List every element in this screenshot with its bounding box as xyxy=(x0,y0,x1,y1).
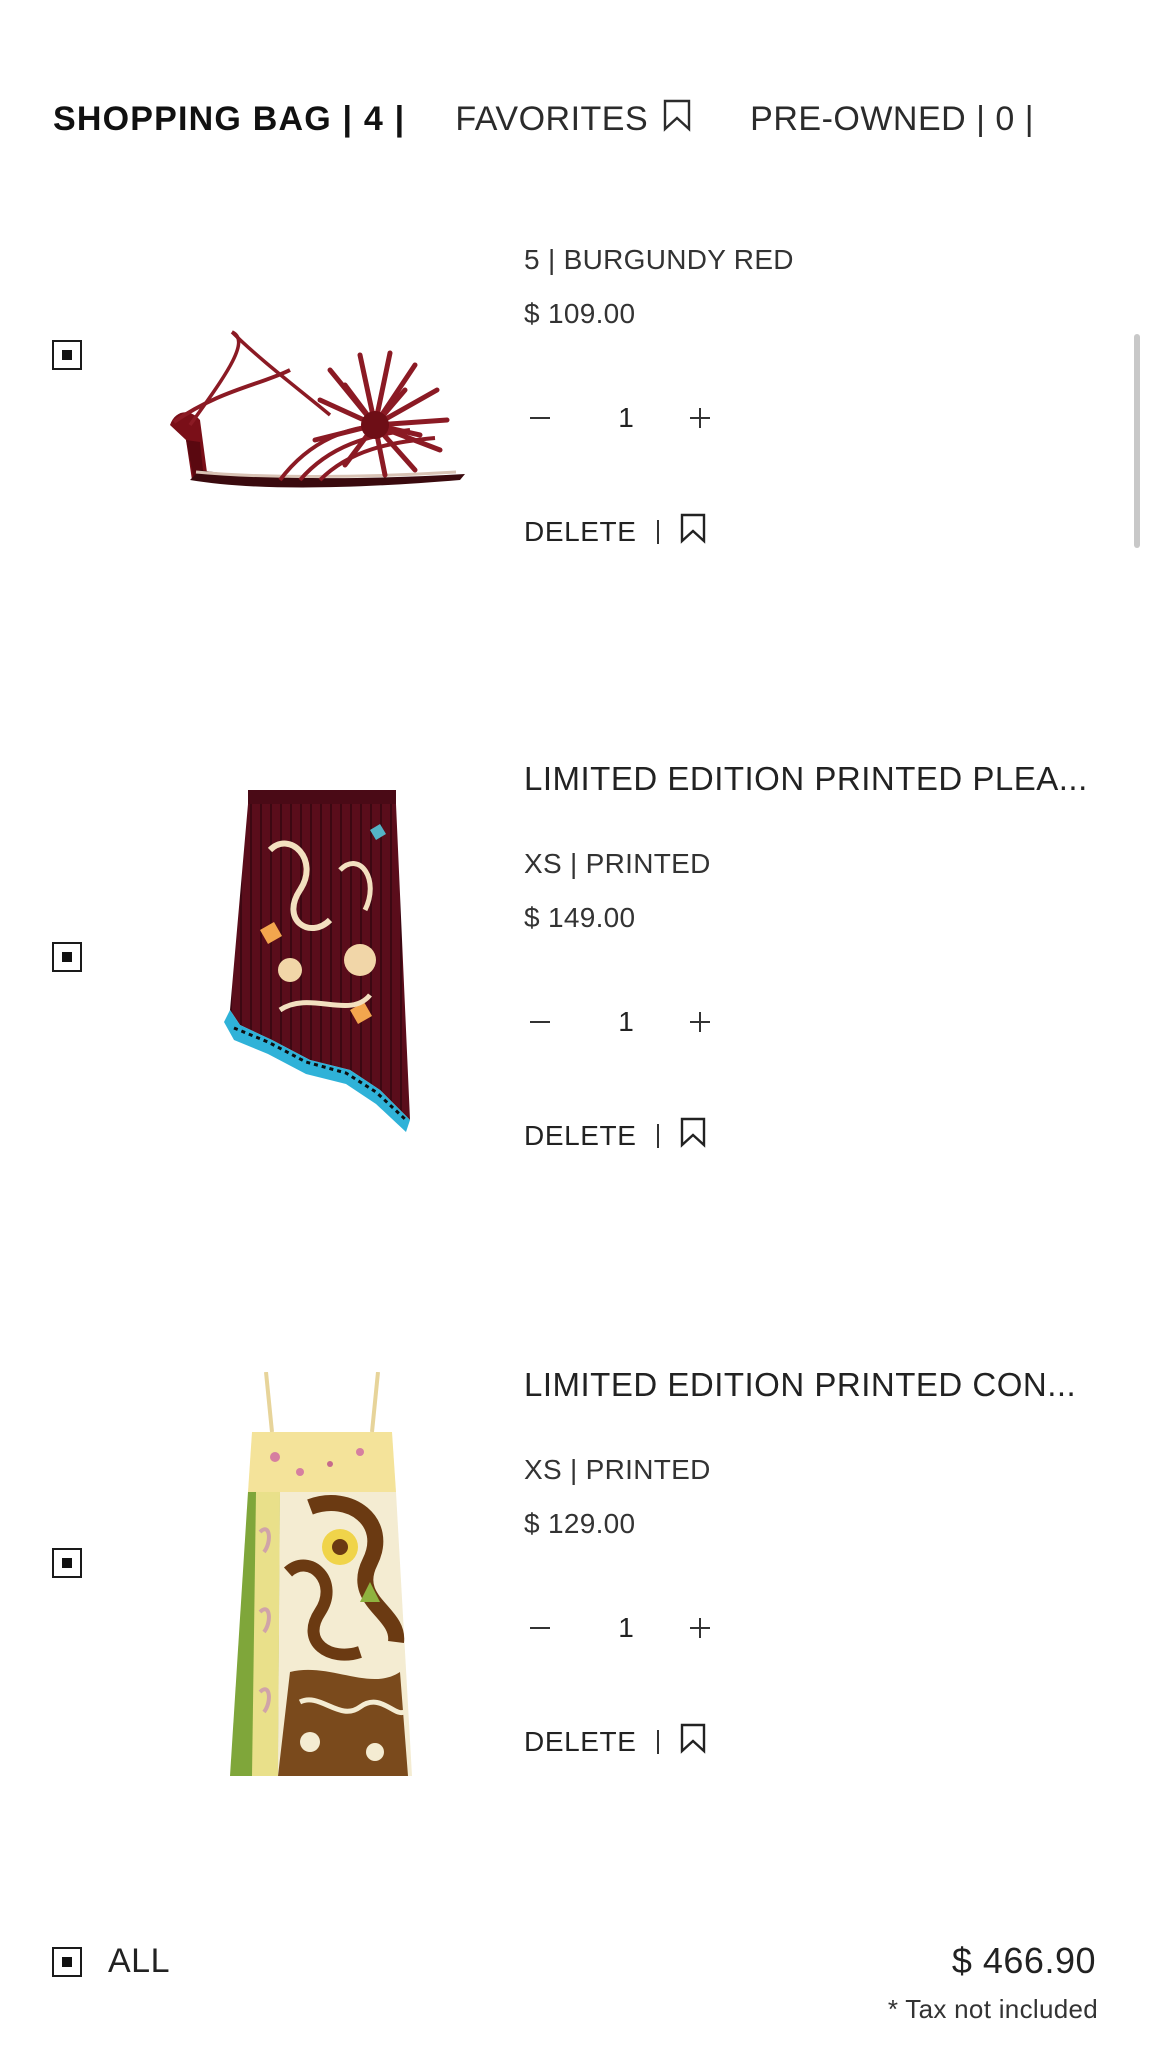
scrollbar-thumb[interactable] xyxy=(1134,334,1140,548)
save-to-favorites-bookmark-icon[interactable] xyxy=(679,512,707,551)
tab-favorites-label: FAVORITES xyxy=(455,99,649,138)
quantity-value: 1 xyxy=(618,1006,634,1037)
tab-pre-owned-label: PRE-OWNED | 0 | xyxy=(750,99,1035,138)
tab-shopping-bag-label: SHOPPING BAG | 4 | xyxy=(53,99,406,138)
select-all-checkbox[interactable] xyxy=(52,1946,82,1977)
quantity-decrease-button[interactable] xyxy=(524,1006,556,1038)
cart-item: LIMITED EDITION PRINTED PLEA... XS | PRI… xyxy=(0,760,1152,1180)
item-price: $ 129.00 xyxy=(524,1508,636,1539)
item-select-checkbox[interactable] xyxy=(52,942,82,972)
quantity-decrease-button[interactable] xyxy=(524,402,556,434)
item-select-checkbox[interactable] xyxy=(52,1548,82,1578)
item-actions: DELETE xyxy=(524,1116,707,1155)
cart-item: 5 | BURGUNDY RED $ 109.00 1 DELETE xyxy=(0,230,1152,650)
item-name[interactable]: LIMITED EDITION PRINTED PLEA... xyxy=(524,760,1104,798)
quantity-stepper: 1 xyxy=(524,398,716,438)
item-variant: XS | PRINTED xyxy=(524,848,711,879)
quantity-decrease-button[interactable] xyxy=(524,1612,556,1644)
save-to-favorites-bookmark-icon[interactable] xyxy=(679,1722,707,1761)
select-all-control[interactable]: ALL xyxy=(52,1942,170,1981)
tax-note: * Tax not included xyxy=(887,1994,1098,2024)
printed-pleated-skirt-image[interactable] xyxy=(160,790,490,1140)
save-to-favorites-bookmark-icon[interactable] xyxy=(679,1116,707,1155)
quantity-value: 1 xyxy=(618,402,634,433)
item-price: $ 109.00 xyxy=(524,298,636,329)
burgundy-sandal-image[interactable] xyxy=(160,330,490,530)
quantity-increase-button[interactable] xyxy=(684,1612,716,1644)
actions-divider xyxy=(656,1123,659,1148)
order-total: $ 466.90 xyxy=(951,1940,1096,1981)
actions-divider xyxy=(656,1729,659,1754)
printed-dress-image[interactable] xyxy=(160,1371,490,1782)
bookmark-icon xyxy=(662,98,692,141)
item-price: $ 149.00 xyxy=(524,902,636,933)
tab-pre-owned[interactable]: PRE-OWNED | 0 | xyxy=(750,100,1034,139)
item-actions: DELETE xyxy=(524,1722,707,1761)
quantity-stepper: 1 xyxy=(524,1608,716,1648)
quantity-stepper: 1 xyxy=(524,1002,716,1042)
item-name[interactable]: LIMITED EDITION PRINTED CON... xyxy=(524,1366,1104,1404)
quantity-increase-button[interactable] xyxy=(684,402,716,434)
tab-favorites[interactable]: FAVORITES xyxy=(455,98,692,141)
item-variant: 5 | BURGUNDY RED xyxy=(524,244,794,275)
delete-button[interactable]: DELETE xyxy=(524,1726,637,1758)
item-variant: XS | PRINTED xyxy=(524,1454,711,1485)
tab-shopping-bag[interactable]: SHOPPING BAG | 4 | xyxy=(53,100,405,139)
delete-button[interactable]: DELETE xyxy=(524,1120,637,1152)
quantity-value: 1 xyxy=(618,1612,634,1643)
cart-item: LIMITED EDITION PRINTED CON... XS | PRIN… xyxy=(0,1366,1152,1786)
item-actions: DELETE xyxy=(524,512,707,551)
item-select-checkbox[interactable] xyxy=(52,340,82,370)
select-all-label: ALL xyxy=(108,1942,170,1980)
delete-button[interactable]: DELETE xyxy=(524,516,637,548)
actions-divider xyxy=(656,519,659,544)
quantity-increase-button[interactable] xyxy=(684,1006,716,1038)
cart-tabs: SHOPPING BAG | 4 | FAVORITES PRE-OWNED |… xyxy=(53,96,1112,142)
